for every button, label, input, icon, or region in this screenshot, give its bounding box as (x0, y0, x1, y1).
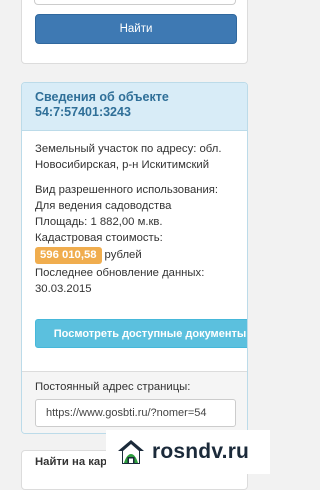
cost-row: 596 010,58 рублей (35, 247, 234, 264)
watermark-logo: rosndv.ru (106, 430, 270, 474)
area-value: Площадь: 1 882,00 м.кв. (35, 216, 163, 228)
object-info-panel: Сведения об объекте 54:7:57401:3243 Земе… (21, 82, 248, 434)
permalink-input[interactable]: https://www.gosbti.ru/?nomer=54 (35, 399, 236, 427)
object-info-header: Сведения об объекте 54:7:57401:3243 (22, 83, 247, 131)
updated-date: 30.03.2015 (35, 283, 92, 295)
cost-label: Кадастровая стоимость: (35, 232, 163, 244)
cost-unit: рублей (104, 249, 142, 261)
object-description: Земельный участок по адресу: обл. Новоси… (35, 143, 222, 171)
search-input[interactable] (34, 0, 236, 5)
updated-label: Последнее обновление данных: (35, 267, 205, 279)
permalink-label: Постоянный адрес страницы: (35, 381, 191, 393)
find-button[interactable]: Найти (35, 14, 237, 44)
search-card: Найти (21, 0, 248, 64)
usage-value: Для ведения садоводства (35, 200, 172, 212)
house-icon (118, 440, 144, 464)
permalink-section: Постоянный адрес страницы: https://www.g… (22, 371, 247, 433)
watermark-text: rosndv.ru (152, 440, 250, 463)
object-info-body: Земельный участок по адресу: обл. Новоси… (22, 131, 247, 297)
view-documents-button[interactable]: Посмотреть доступные документы (35, 319, 247, 348)
cost-badge: 596 010,58 (35, 247, 102, 264)
usage-label: Вид разрешенного использования: (35, 184, 219, 196)
